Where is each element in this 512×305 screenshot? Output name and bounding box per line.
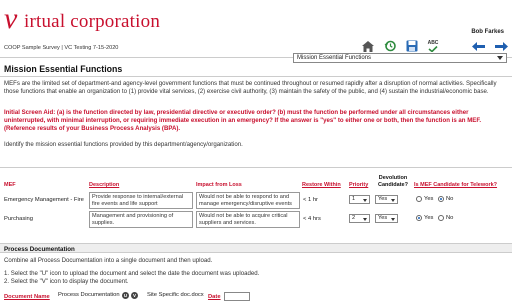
devolution-select[interactable]: Yes — [375, 195, 398, 204]
toolbar-icons: ABC — [361, 40, 511, 54]
devolution-value: Yes — [378, 215, 388, 221]
col-header-priority: Priority — [349, 182, 369, 188]
chevron-down-icon — [363, 217, 367, 221]
company-logo: v irtual corporation — [4, 2, 214, 35]
description-field[interactable]: Provide response to internal/external fi… — [89, 192, 193, 209]
divider — [0, 76, 512, 77]
col-header-description: Description — [89, 182, 120, 188]
telework-yes-label: Yes — [424, 215, 434, 221]
col-header-devolution: Devolution Candidate? — [378, 175, 408, 188]
logo-initial: v — [4, 2, 18, 35]
app-header: v irtual corporation Bob Farkes — [0, 0, 512, 40]
telework-no-radio[interactable] — [438, 215, 444, 221]
view-icon[interactable]: V — [131, 292, 138, 299]
document-name-label: Document Name — [4, 294, 50, 300]
combine-text: Combine all Process Documentation into a… — [4, 257, 213, 264]
document-name-value: Process Documentation — [58, 292, 120, 298]
mef-name: Purchasing — [4, 216, 34, 222]
devolution-select[interactable]: Yes — [375, 214, 398, 223]
forward-arrow-icon[interactable] — [494, 40, 508, 52]
date-label: Date — [208, 294, 221, 300]
col-header-telework: Is MEF Candidate for Telework? — [414, 182, 498, 188]
telework-yes-label: Yes — [424, 196, 434, 202]
priority-select[interactable]: 1 — [349, 195, 370, 204]
col-header-mef: MEF — [4, 182, 16, 188]
date-input[interactable] — [224, 292, 250, 301]
chevron-down-icon — [497, 56, 503, 60]
restore-value: < 4 hrs — [303, 216, 321, 222]
page-title: Mission Essential Functions — [4, 64, 123, 74]
telework-no-radio[interactable] — [438, 196, 444, 202]
save-icon[interactable] — [405, 40, 419, 52]
back-arrow-icon[interactable] — [471, 40, 485, 52]
telework-yes-radio[interactable] — [416, 196, 422, 202]
uploaded-file-name: Site Specific doc.docx — [147, 292, 204, 298]
spellcheck-icon[interactable]: ABC — [426, 40, 440, 52]
step1-text: 1. Select the "U" icon to upload the doc… — [4, 270, 260, 277]
priority-value: 1 — [352, 196, 356, 202]
restore-value: < 1 hr — [303, 197, 318, 203]
breadcrumb: COOP Sample Survey | VC Testing 7-15-202… — [4, 45, 119, 51]
logo-text: irtual corporation — [24, 11, 161, 32]
upload-icon[interactable]: U — [122, 292, 129, 299]
devolution-value: Yes — [378, 196, 388, 202]
impact-field[interactable]: Would not be able to acquire critical su… — [196, 211, 300, 228]
module-select-value: Mission Essential Functions — [297, 55, 372, 61]
home-icon[interactable] — [361, 40, 375, 52]
priority-value: 2 — [352, 215, 356, 221]
history-icon[interactable] — [383, 40, 397, 52]
intro-text: MEFs are the limited set of department-a… — [4, 80, 497, 96]
divider — [0, 167, 512, 168]
col-header-restore: Restore Within — [302, 182, 341, 188]
instruction-text: Identify the mission essential functions… — [4, 141, 243, 148]
section-title: Process Documentation — [4, 245, 75, 253]
priority-select[interactable]: 2 — [349, 214, 370, 223]
telework-yes-radio[interactable] — [416, 215, 422, 221]
chevron-down-icon — [363, 198, 367, 202]
telework-no-label: No — [446, 196, 454, 202]
mef-name: Emergency Management - Fire — [4, 197, 84, 203]
chevron-down-icon — [391, 217, 395, 221]
step2-text: 2. Select the "V" icon to display the do… — [4, 278, 129, 285]
user-name[interactable]: Bob Farkes — [471, 29, 504, 35]
module-select[interactable]: Mission Essential Functions — [293, 53, 507, 63]
chevron-down-icon — [391, 198, 395, 202]
col-header-impact: Impact from Loss — [196, 182, 242, 188]
impact-field[interactable]: Would not be able to respond to and mana… — [196, 192, 300, 209]
description-field[interactable]: Management and provisioning of supplies. — [89, 211, 193, 228]
telework-no-label: No — [446, 215, 454, 221]
section-header-process-documentation: Process Documentation — [0, 243, 512, 253]
screen-aid-text: Initial Screen Aid: (a) is the function … — [4, 109, 482, 133]
